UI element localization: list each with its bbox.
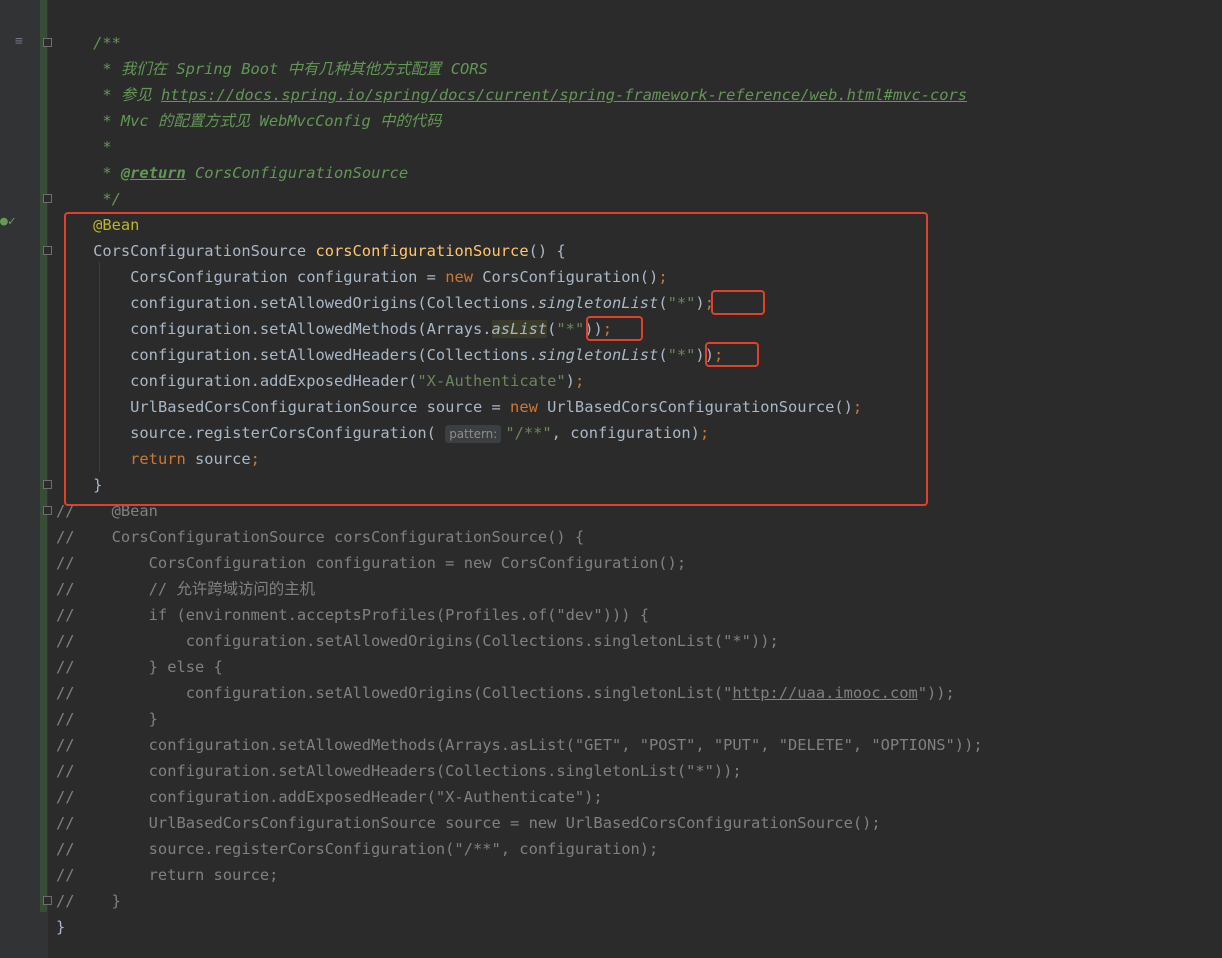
code-line: /** — [56, 30, 983, 56]
commented-line: // } — [56, 710, 158, 728]
code-line: * 我们在 Spring Boot 中有几种其他方式配置 CORS — [93, 60, 488, 78]
code-line: * Mvc 的配置方式见 WebMvcConfig 中的代码 — [56, 108, 983, 134]
wildcard-highlight-box — [705, 342, 759, 367]
fold-marker-icon[interactable] — [43, 194, 52, 203]
commented-line: // CorsConfigurationSource corsConfigura… — [56, 528, 585, 546]
fold-marker-icon[interactable] — [43, 480, 52, 489]
editor-gutter: ≡ ●✓ — [0, 0, 52, 958]
commented-line: // source.registerCorsConfiguration("/**… — [56, 840, 659, 858]
fold-marker-icon[interactable] — [43, 246, 52, 255]
commented-line: // return source; — [56, 866, 279, 884]
commented-line: // configuration.setAllowedOrigins(Colle… — [56, 632, 779, 650]
code-line: } — [56, 918, 66, 936]
commented-line: // } — [56, 892, 121, 910]
code-line: * — [93, 138, 112, 156]
commented-line: // UrlBasedCorsConfigurationSource sourc… — [56, 814, 881, 832]
wildcard-highlight-box — [711, 290, 765, 315]
commented-line: // configuration.setAllowedHeaders(Colle… — [56, 762, 742, 780]
commented-line: // // 允许跨域访问的主机 — [56, 580, 315, 598]
commented-line: // } else { — [56, 658, 223, 676]
fold-marker-icon[interactable] — [43, 38, 52, 47]
method-highlight-box — [64, 212, 928, 506]
comment-link[interactable]: http://uaa.imooc.com — [732, 684, 917, 702]
doc-link[interactable]: https://docs.spring.io/spring/docs/curre… — [161, 86, 967, 104]
commented-line: // CorsConfiguration configuration = new… — [56, 554, 687, 572]
fold-marker-icon[interactable] — [43, 896, 52, 905]
doc-tag: @return — [120, 164, 186, 182]
code-line: * @return CorsConfigurationSource — [93, 164, 409, 182]
fold-marker-icon[interactable] — [43, 506, 52, 515]
vcs-change-marker[interactable] — [40, 0, 47, 912]
code-line: */ — [93, 190, 121, 208]
reader-mode-icon[interactable]: ≡ — [15, 34, 23, 49]
doc-comment: /** — [93, 34, 121, 52]
wildcard-highlight-box — [586, 316, 643, 341]
spring-bean-icon[interactable]: ●✓ — [0, 214, 16, 229]
commented-line: // configuration.addExposedHeader("X-Aut… — [56, 788, 603, 806]
commented-line: // configuration.setAllowedMethods(Array… — [56, 736, 983, 754]
doc-comment-text: * Mvc 的配置方式见 WebMvcConfig 中的代码 — [93, 112, 442, 130]
commented-line: // if (environment.acceptsProfiles(Profi… — [56, 606, 650, 624]
doc-comment-text: 我们在 Spring Boot 中有几种其他方式配置 CORS — [120, 60, 488, 78]
commented-line: // configuration.setAllowedOrigins(Colle… — [56, 684, 955, 702]
code-line: * 参见 https://docs.spring.io/spring/docs/… — [93, 86, 968, 104]
